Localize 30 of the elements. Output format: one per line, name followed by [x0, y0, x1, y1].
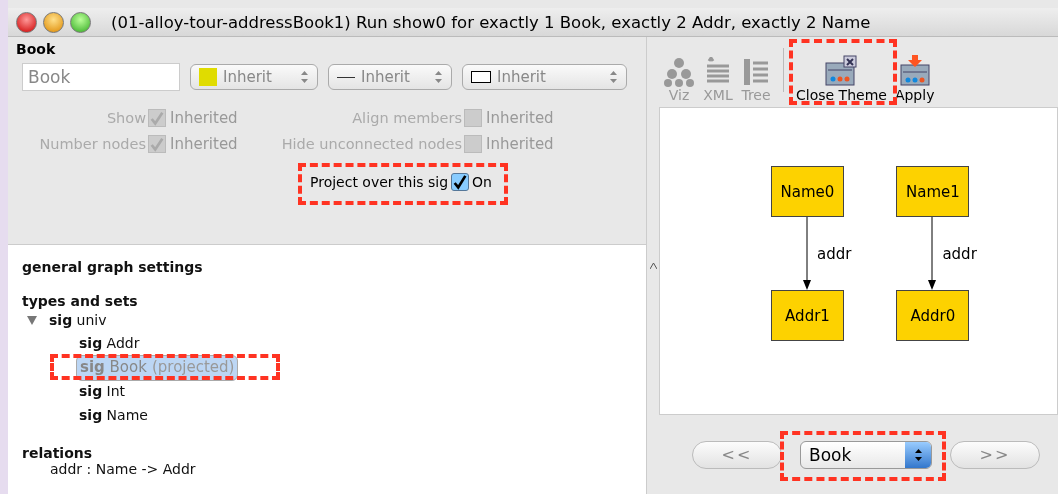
option-label: Number nodes [38, 136, 147, 152]
projection-select[interactable]: Book [800, 440, 932, 469]
option-label: Align members [351, 110, 463, 126]
graph-node[interactable]: Name0 [771, 166, 844, 217]
edge-label: addr [942, 244, 977, 263]
tree-item[interactable]: sig univ [46, 309, 110, 331]
edge-label: addr [817, 244, 852, 263]
option-value: Inherited [170, 109, 239, 127]
graph-node[interactable]: Addr0 [896, 290, 970, 341]
window-title: (01-alloy-tour-addressBook1) Run show0 for exactly 1 Book, exactly 2 Addr, exactly 2 Name [111, 12, 871, 32]
tree-item[interactable]: sig Name [76, 404, 151, 426]
section-heading[interactable]: general graph settings [22, 259, 632, 275]
option-value: Inherited [170, 135, 239, 153]
graph-node[interactable]: Name1 [896, 166, 970, 217]
option-value: Inherited [486, 109, 555, 127]
relation-item[interactable]: addr : Name -> Addr [22, 461, 632, 477]
graph-node[interactable]: Addr1 [771, 290, 844, 341]
option-label: Project over this sig [310, 174, 449, 190]
name-field[interactable]: Book [22, 63, 180, 91]
option-label: Show [105, 110, 147, 126]
toolbar-button[interactable]: Close Theme [796, 55, 887, 103]
section-heading: types and sets [22, 293, 139, 309]
tree-item[interactable]: sig Addr [76, 332, 143, 354]
tree-item[interactable]: sig Int [76, 380, 129, 402]
section-heading: relations [22, 445, 94, 461]
toolbar-button[interactable]: Apply [894, 55, 935, 103]
option-value: On [472, 174, 492, 190]
sig-heading: Book [16, 41, 57, 57]
option-label: Hide unconnected nodes [280, 136, 463, 152]
option-value: Inherited [486, 135, 555, 153]
